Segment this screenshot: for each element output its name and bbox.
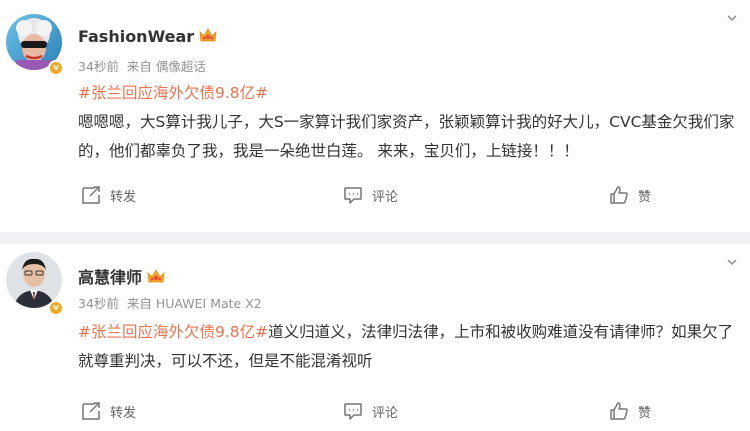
post-separator xyxy=(0,232,750,244)
like-icon xyxy=(610,186,628,204)
repost-button[interactable]: 转发 xyxy=(80,184,136,206)
post-time[interactable]: 34秒前 xyxy=(78,59,119,74)
weibo-post-1: v FashionWear 34秒前 来自 偶像超话 #张兰回应海外欠债9.8亿#… xyxy=(0,0,750,232)
chevron-down-icon[interactable] xyxy=(726,256,738,268)
username[interactable]: 高慧律师 xyxy=(78,264,166,288)
post-text: 嗯嗯嗯，大S算计我儿子，大S一家算计我们家资产，张颖颖算计我的好大儿，CVC基金… xyxy=(78,113,735,160)
like-label: 赞 xyxy=(638,189,652,205)
verified-badge-icon: v xyxy=(48,60,64,76)
hashtag-link[interactable]: #张兰回应海外欠债9.8亿# xyxy=(78,323,268,341)
post-content: #张兰回应海外欠债9.8亿# 嗯嗯嗯，大S算计我儿子，大S一家算计我们家资产，张… xyxy=(78,79,742,166)
comment-button[interactable]: 评论 xyxy=(342,400,398,422)
crown-icon xyxy=(199,28,217,42)
comment-label: 评论 xyxy=(372,189,399,205)
repost-icon xyxy=(82,186,100,204)
username-text[interactable]: 高慧律师 xyxy=(78,268,142,287)
weibo-post-2: v 高慧律师 34秒前 来自 HUAWEI Mate X2 #张兰回应海外欠债9.… xyxy=(0,244,750,431)
verified-badge-icon: v xyxy=(48,300,64,316)
comment-icon xyxy=(344,403,362,420)
post-meta: 34秒前 来自 HUAWEI Mate X2 xyxy=(78,293,270,312)
repost-label: 转发 xyxy=(110,405,137,421)
username[interactable]: FashionWear xyxy=(78,27,218,46)
comment-icon xyxy=(344,187,362,204)
chevron-down-icon[interactable] xyxy=(726,12,738,24)
post-source[interactable]: 来自 HUAWEI Mate X2 xyxy=(127,296,262,311)
crown-icon xyxy=(147,269,165,283)
post-source[interactable]: 来自 偶像超话 xyxy=(127,59,206,74)
repost-label: 转发 xyxy=(110,189,137,205)
comment-button[interactable]: 评论 xyxy=(342,184,398,206)
hashtag-link[interactable]: #张兰回应海外欠债9.8亿# xyxy=(78,84,268,102)
post-actions: 转发 评论 赞 xyxy=(0,184,750,208)
like-button[interactable]: 赞 xyxy=(608,400,651,422)
post-content: #张兰回应海外欠债9.8亿#道义归道义，法律归法律，上市和被收购难道没有请律师？… xyxy=(78,318,742,376)
post-time[interactable]: 34秒前 xyxy=(78,296,119,311)
like-button[interactable]: 赞 xyxy=(608,184,651,206)
repost-button[interactable]: 转发 xyxy=(80,400,136,422)
post-actions: 转发 评论 赞 xyxy=(0,400,750,424)
like-label: 赞 xyxy=(638,405,652,421)
like-icon xyxy=(610,402,628,420)
post-meta: 34秒前 来自 偶像超话 xyxy=(78,56,214,75)
username-text[interactable]: FashionWear xyxy=(78,27,194,46)
comment-label: 评论 xyxy=(372,405,399,421)
repost-icon xyxy=(82,402,100,420)
